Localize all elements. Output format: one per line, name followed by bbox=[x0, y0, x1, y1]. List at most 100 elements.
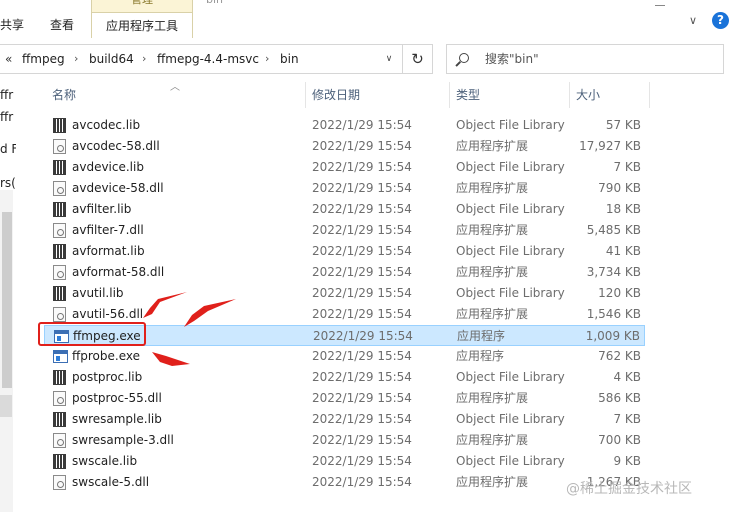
breadcrumb-separator-icon[interactable]: › bbox=[74, 45, 78, 73]
file-date: 2022/1/29 15:54 bbox=[313, 329, 413, 343]
file-date: 2022/1/29 15:54 bbox=[312, 118, 412, 132]
file-row[interactable]: postproc.lib 2022/1/29 15:54 Object File… bbox=[44, 367, 645, 388]
file-date: 2022/1/29 15:54 bbox=[312, 160, 412, 174]
file-row[interactable]: ffprobe.exe 2022/1/29 15:54 应用程序 762 KB bbox=[44, 346, 645, 367]
lib-file-icon bbox=[53, 454, 66, 469]
lib-file-icon bbox=[53, 412, 66, 427]
dll-file-icon bbox=[53, 223, 66, 238]
column-divider[interactable] bbox=[449, 82, 450, 108]
tab-share[interactable]: 共享 bbox=[0, 12, 30, 38]
file-row[interactable]: swresample-3.dll 2022/1/29 15:54 应用程序扩展 … bbox=[44, 430, 645, 451]
file-name: swresample-3.dll bbox=[72, 433, 174, 447]
file-type: Object File Library bbox=[456, 286, 565, 300]
nav-scrollbar-thumb-secondary[interactable] bbox=[0, 395, 12, 417]
ribbon-expand-chevron-icon[interactable]: ∨ bbox=[689, 14, 697, 27]
search-input[interactable]: 搜索"bin" bbox=[446, 44, 724, 74]
file-type: 应用程序扩展 bbox=[456, 139, 529, 153]
file-row[interactable]: avcodec.lib 2022/1/29 15:54 Object File … bbox=[44, 115, 645, 136]
file-date: 2022/1/29 15:54 bbox=[312, 223, 412, 237]
column-header-type[interactable]: 类型 bbox=[456, 80, 480, 110]
nav-item[interactable]: ffr bbox=[0, 88, 13, 102]
file-row[interactable]: avdevice-58.dll 2022/1/29 15:54 应用程序扩展 7… bbox=[44, 178, 645, 199]
address-dropdown-icon[interactable]: ∨ bbox=[378, 45, 400, 73]
file-row[interactable]: avformat.lib 2022/1/29 15:54 Object File… bbox=[44, 241, 645, 262]
address-bar[interactable]: « ffmpeg › build64 › ffmepg-4.4-msvc › b… bbox=[0, 44, 403, 74]
file-date: 2022/1/29 15:54 bbox=[312, 202, 412, 216]
file-row[interactable]: swscale-5.dll 2022/1/29 15:54 应用程序扩展 1,2… bbox=[44, 472, 645, 493]
file-name: postproc.lib bbox=[72, 370, 143, 384]
breadcrumb-separator-icon[interactable]: › bbox=[265, 45, 269, 73]
file-type: 应用程序 bbox=[457, 329, 506, 343]
file-date: 2022/1/29 15:54 bbox=[312, 370, 412, 384]
breadcrumb-ffmepg-4-4-msvc[interactable]: ffmepg-4.4-msvc bbox=[157, 45, 259, 73]
file-size: 790 KB bbox=[598, 181, 641, 195]
column-header-date[interactable]: 修改日期 bbox=[312, 80, 360, 110]
column-header-name[interactable]: 名称 bbox=[52, 80, 76, 110]
file-row[interactable]: avfilter-7.dll 2022/1/29 15:54 应用程序扩展 5,… bbox=[44, 220, 645, 241]
file-type: 应用程序扩展 bbox=[456, 433, 529, 447]
file-row[interactable]: avutil.lib 2022/1/29 15:54 Object File L… bbox=[44, 283, 645, 304]
file-date: 2022/1/29 15:54 bbox=[312, 475, 412, 489]
file-name: avcodec-58.dll bbox=[72, 139, 160, 153]
tab-application-tools[interactable]: 应用程序工具 bbox=[92, 12, 192, 39]
file-size: 1,009 KB bbox=[585, 329, 640, 343]
file-row[interactable]: swscale.lib 2022/1/29 15:54 Object File … bbox=[44, 451, 645, 472]
file-row[interactable]: postproc-55.dll 2022/1/29 15:54 应用程序扩展 5… bbox=[44, 388, 645, 409]
file-name: avfilter.lib bbox=[72, 202, 132, 216]
file-name: avcodec.lib bbox=[72, 118, 141, 132]
file-row[interactable]: avfilter.lib 2022/1/29 15:54 Object File… bbox=[44, 199, 645, 220]
nav-item[interactable]: rs( bbox=[0, 176, 16, 190]
context-tab-group: 管理 应用程序工具 bbox=[91, 0, 193, 39]
annotation-highlight-box bbox=[38, 322, 146, 346]
file-name: ffprobe.exe bbox=[72, 349, 140, 363]
file-type: Object File Library bbox=[456, 412, 565, 426]
file-date: 2022/1/29 15:54 bbox=[312, 454, 412, 468]
breadcrumb-overflow-icon[interactable]: « bbox=[5, 45, 12, 73]
exe-file-icon bbox=[53, 350, 68, 363]
file-row[interactable]: avcodec-58.dll 2022/1/29 15:54 应用程序扩展 17… bbox=[44, 136, 645, 157]
file-size: 586 KB bbox=[598, 391, 641, 405]
file-size: 18 KB bbox=[605, 202, 641, 216]
sort-ascending-icon: ︿ bbox=[170, 82, 180, 93]
file-size: 5,485 KB bbox=[586, 223, 641, 237]
file-size: 700 KB bbox=[598, 433, 641, 447]
file-type: 应用程序扩展 bbox=[456, 391, 529, 405]
column-divider[interactable] bbox=[569, 82, 570, 108]
lib-file-icon bbox=[53, 286, 66, 301]
file-size: 7 KB bbox=[613, 160, 641, 174]
breadcrumb-build64[interactable]: build64 bbox=[89, 45, 134, 73]
file-size: 17,927 KB bbox=[579, 139, 641, 153]
file-row[interactable]: avdevice.lib 2022/1/29 15:54 Object File… bbox=[44, 157, 645, 178]
search-icon bbox=[459, 53, 469, 63]
column-divider[interactable] bbox=[649, 82, 650, 108]
breadcrumb-separator-icon[interactable]: › bbox=[142, 45, 146, 73]
file-size: 7 KB bbox=[613, 412, 641, 426]
tab-view[interactable]: 查看 bbox=[44, 12, 80, 38]
file-name: avdevice.lib bbox=[72, 160, 144, 174]
file-type: Object File Library bbox=[456, 118, 565, 132]
file-row[interactable]: avformat-58.dll 2022/1/29 15:54 应用程序扩展 3… bbox=[44, 262, 645, 283]
help-icon[interactable]: ? bbox=[712, 12, 729, 29]
breadcrumb-bin[interactable]: bin bbox=[280, 45, 299, 73]
lib-file-icon bbox=[53, 202, 66, 217]
nav-scrollbar-thumb[interactable] bbox=[2, 212, 12, 388]
file-type: Object File Library bbox=[456, 244, 565, 258]
minimize-button[interactable] bbox=[652, 0, 668, 14]
nav-item[interactable]: d F bbox=[0, 142, 16, 156]
breadcrumb-ffmpeg[interactable]: ffmpeg bbox=[22, 45, 65, 73]
dll-file-icon bbox=[53, 433, 66, 448]
file-row[interactable]: swresample.lib 2022/1/29 15:54 Object Fi… bbox=[44, 409, 645, 430]
nav-item[interactable]: ffr bbox=[0, 110, 13, 124]
dll-file-icon bbox=[53, 391, 66, 406]
file-type: Object File Library bbox=[456, 454, 565, 468]
file-type: Object File Library bbox=[456, 370, 565, 384]
file-date: 2022/1/29 15:54 bbox=[312, 391, 412, 405]
dll-file-icon bbox=[53, 181, 66, 196]
window-title: bin bbox=[206, 0, 223, 6]
file-date: 2022/1/29 15:54 bbox=[312, 349, 412, 363]
refresh-button[interactable]: ↻ bbox=[403, 44, 433, 74]
column-header-size[interactable]: 大小 bbox=[576, 80, 600, 110]
column-divider[interactable] bbox=[305, 82, 306, 108]
file-date: 2022/1/29 15:54 bbox=[312, 265, 412, 279]
file-name: avdevice-58.dll bbox=[72, 181, 164, 195]
